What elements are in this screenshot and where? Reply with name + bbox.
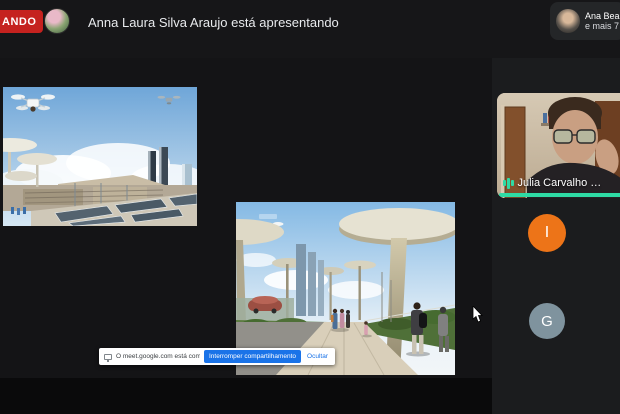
- stop-sharing-button[interactable]: Interromper compartilhamento: [204, 350, 301, 363]
- participant-avatar: [556, 9, 580, 33]
- participant-name-label: Julia Carvalho …: [518, 177, 602, 189]
- speaking-indicator-bar: [499, 193, 620, 197]
- participant-tile-i[interactable]: I: [528, 214, 566, 252]
- screen-share-notification: O meet.google.com está compartilhando su…: [99, 348, 335, 365]
- audio-level-icon: [503, 177, 514, 189]
- presenter-banner: Anna Laura Silva Araujo está apresentand…: [88, 0, 339, 44]
- more-count-label: e mais 7: [585, 21, 620, 31]
- share-message: O meet.google.com está compartilhando su…: [116, 353, 200, 360]
- vehicle: [248, 296, 282, 314]
- presentation-stage: O meet.google.com está compartilhando su…: [0, 58, 492, 414]
- hide-notification-button[interactable]: Ocultar: [305, 353, 330, 360]
- google-meet-window: ANDO Anna Laura Silva Araujo está aprese…: [0, 0, 620, 414]
- recording-badge: ANDO: [0, 10, 43, 33]
- stage-letterbox: [0, 378, 492, 414]
- participant-video-tile[interactable]: Julia Carvalho …: [497, 93, 620, 198]
- participant-tile-g[interactable]: G: [529, 303, 565, 339]
- recording-label: ANDO: [2, 16, 36, 28]
- participant-name: Ana Bea: [585, 11, 620, 21]
- participant-initial: G: [541, 313, 553, 330]
- mouse-cursor-icon: [472, 306, 484, 324]
- slide-image-city: [3, 87, 197, 226]
- screen-share-icon: [104, 354, 112, 360]
- participant-initial: I: [545, 224, 549, 242]
- presenter-avatar: [44, 8, 70, 34]
- more-participants-tile[interactable]: Ana Bea e mais 7: [550, 2, 620, 40]
- top-bar: ANDO Anna Laura Silva Araujo está aprese…: [0, 0, 620, 58]
